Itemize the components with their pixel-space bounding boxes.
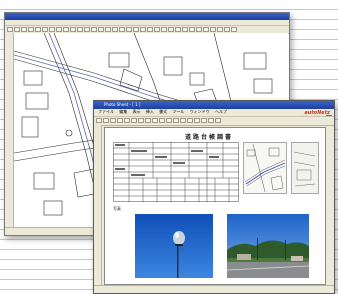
report-window-title: Photo Sheet - [ 1 ]	[104, 102, 141, 107]
toolbar-button[interactable]	[180, 118, 186, 123]
toolbar-button[interactable]	[14, 27, 20, 32]
toolbar-button[interactable]	[105, 27, 111, 32]
toolbar-button[interactable]	[189, 27, 195, 32]
toolbar-button[interactable]	[28, 27, 34, 32]
photo-street-lamp	[135, 214, 213, 278]
toolbar-button[interactable]	[84, 27, 90, 32]
menu-insert[interactable]: 挿入	[146, 109, 154, 114]
toolbar-button[interactable]	[117, 118, 123, 123]
toolbar-button[interactable]	[224, 27, 230, 32]
location-map-thumbnail	[243, 142, 287, 194]
toolbar-button[interactable]	[96, 118, 102, 123]
menu-file[interactable]: ファイル	[98, 109, 114, 114]
menu-format[interactable]: 書式	[159, 109, 167, 114]
sheet-title: 道路台帳調書	[185, 134, 234, 141]
toolbar-button[interactable]	[56, 27, 62, 32]
toolbar-button[interactable]	[196, 27, 202, 32]
cad-left-toolbar	[5, 33, 14, 228]
toolbar-button[interactable]	[119, 27, 125, 32]
window-controls	[301, 102, 332, 117]
menu-window[interactable]: ウィンドウ	[190, 109, 210, 114]
toolbar-button[interactable]	[201, 118, 207, 123]
report-menubar: ファイル 編集 表示 挿入 書式 ツール ウィンドウ ヘルプ	[94, 109, 334, 115]
toolbar-button[interactable]	[173, 118, 179, 123]
toolbar-button[interactable]	[175, 27, 181, 32]
toolbar-button[interactable]	[152, 118, 158, 123]
menu-edit[interactable]: 編集	[119, 109, 127, 114]
toolbar-button[interactable]	[49, 27, 55, 32]
menu-view[interactable]: 表示	[133, 109, 141, 114]
info-table	[113, 142, 239, 202]
toolbar-button[interactable]	[147, 27, 153, 32]
report-toolbar	[94, 116, 334, 126]
menu-help[interactable]: ヘルプ	[215, 109, 227, 114]
toolbar-button[interactable]	[140, 27, 146, 32]
toolbar-button[interactable]	[145, 118, 151, 123]
toolbar-button[interactable]	[159, 118, 165, 123]
toolbar-button[interactable]	[70, 27, 76, 32]
toolbar-button[interactable]	[182, 27, 188, 32]
toolbar-button[interactable]	[35, 27, 41, 32]
toolbar-button[interactable]	[133, 27, 139, 32]
toolbar-button[interactable]	[98, 27, 104, 32]
report-statusbar	[94, 285, 334, 293]
toolbar-button[interactable]	[166, 118, 172, 123]
toolbar-button[interactable]	[110, 118, 116, 123]
toolbar-button[interactable]	[124, 118, 130, 123]
toolbar-button[interactable]	[138, 118, 144, 123]
toolbar-button[interactable]	[208, 118, 214, 123]
report-titlebar: Photo Sheet - [ 1 ]	[94, 101, 334, 109]
toolbar-button[interactable]	[7, 27, 13, 32]
photo-roadside	[227, 214, 309, 278]
report-left-toolbar	[94, 125, 102, 286]
toolbar-button[interactable]	[103, 118, 109, 123]
toolbar-button[interactable]	[217, 27, 223, 32]
toolbar-button[interactable]	[21, 27, 27, 32]
toolbar-button[interactable]	[112, 27, 118, 32]
svg-text:·: ·	[34, 80, 35, 84]
toolbar-button[interactable]	[187, 118, 193, 123]
toolbar-button[interactable]	[77, 27, 83, 32]
cad-titlebar	[5, 13, 289, 20]
toolbar-button[interactable]	[63, 27, 69, 32]
report-page[interactable]: 道路台帳調書 写真	[104, 127, 326, 285]
toolbar-button[interactable]	[42, 27, 48, 32]
toolbar-button[interactable]	[91, 27, 97, 32]
toolbar-button[interactable]	[203, 27, 209, 32]
menu-tools[interactable]: ツール	[172, 109, 184, 114]
toolbar-button[interactable]	[154, 27, 160, 32]
toolbar-button[interactable]	[168, 27, 174, 32]
toolbar-button[interactable]	[210, 27, 216, 32]
toolbar-button[interactable]	[215, 118, 221, 123]
report-window: Photo Sheet - [ 1 ] ファイル 編集 表示 挿入 書式 ツール…	[93, 100, 335, 294]
toolbar-button[interactable]	[194, 118, 200, 123]
toolbar-button[interactable]	[161, 27, 167, 32]
photo-section-label: 写真	[113, 206, 121, 211]
section-diagram-thumbnail	[291, 142, 319, 194]
toolbar-button[interactable]	[131, 118, 137, 123]
toolbar-button[interactable]	[126, 27, 132, 32]
toolbar-button[interactable]	[231, 27, 237, 32]
